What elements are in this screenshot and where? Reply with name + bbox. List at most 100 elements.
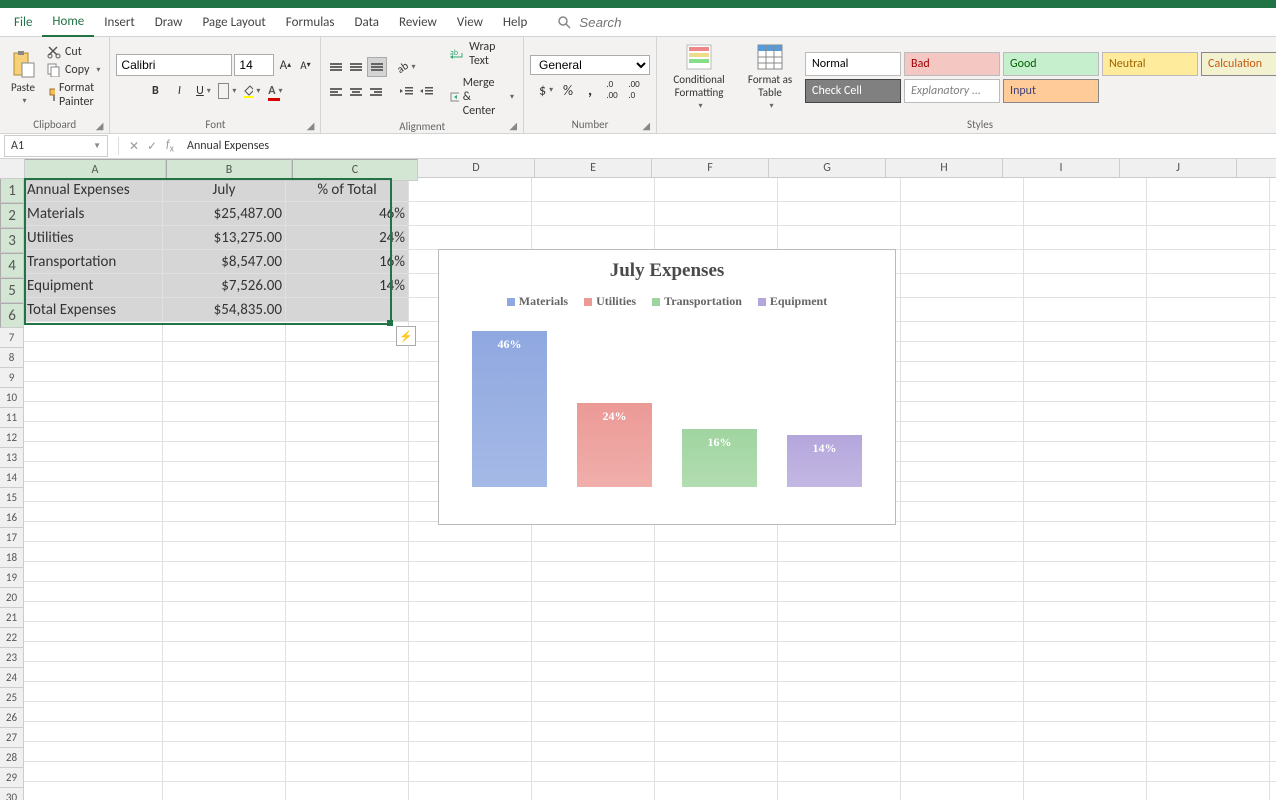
cell-H21[interactable] bbox=[901, 602, 1024, 622]
percent-format-button[interactable]: % bbox=[559, 81, 577, 99]
cell-J22[interactable] bbox=[1147, 622, 1270, 642]
col-header-I[interactable]: I bbox=[1003, 159, 1120, 178]
cell-F26[interactable] bbox=[655, 702, 778, 722]
cell-F24[interactable] bbox=[655, 662, 778, 682]
col-header-E[interactable]: E bbox=[535, 159, 652, 178]
col-header-C[interactable]: C bbox=[292, 159, 418, 181]
cell-J13[interactable] bbox=[1147, 442, 1270, 462]
cell-J6[interactable] bbox=[1147, 298, 1270, 322]
cell-K6[interactable] bbox=[1270, 298, 1276, 322]
cell-K18[interactable] bbox=[1270, 542, 1276, 562]
col-header-B[interactable]: B bbox=[166, 159, 292, 181]
cell-D20[interactable] bbox=[409, 582, 532, 602]
cell-C30[interactable] bbox=[286, 782, 409, 800]
cell-H9[interactable] bbox=[901, 362, 1024, 382]
cell-I2[interactable] bbox=[1024, 202, 1147, 226]
row-header-30[interactable]: 30 bbox=[0, 788, 24, 800]
cell-H30[interactable] bbox=[901, 782, 1024, 800]
cell-G30[interactable] bbox=[778, 782, 901, 800]
borders-button[interactable] bbox=[218, 82, 236, 100]
col-header-H[interactable]: H bbox=[886, 159, 1003, 178]
increase-decimal-button[interactable]: .0.00 bbox=[603, 81, 621, 99]
cell-H13[interactable] bbox=[901, 442, 1024, 462]
row-header-23[interactable]: 23 bbox=[0, 648, 24, 668]
cell-J25[interactable] bbox=[1147, 682, 1270, 702]
cell-H26[interactable] bbox=[901, 702, 1024, 722]
increase-font-button[interactable]: A▴ bbox=[276, 56, 294, 74]
cell-E24[interactable] bbox=[532, 662, 655, 682]
cell-J26[interactable] bbox=[1147, 702, 1270, 722]
cell-I21[interactable] bbox=[1024, 602, 1147, 622]
enter-formula-button[interactable]: ✓ bbox=[143, 139, 161, 154]
cell-I16[interactable] bbox=[1024, 502, 1147, 522]
cell-K22[interactable] bbox=[1270, 622, 1276, 642]
cell-H11[interactable] bbox=[901, 402, 1024, 422]
cell-C7[interactable] bbox=[286, 322, 409, 342]
cell-H29[interactable] bbox=[901, 762, 1024, 782]
tab-home[interactable]: Home bbox=[42, 7, 94, 37]
cell-C4[interactable]: 16% bbox=[286, 250, 409, 274]
conditional-formatting-button[interactable]: Conditional Formatting bbox=[663, 41, 735, 113]
cell-J9[interactable] bbox=[1147, 362, 1270, 382]
cell-B23[interactable] bbox=[163, 642, 286, 662]
tab-draw[interactable]: Draw bbox=[145, 8, 193, 36]
cell-E21[interactable] bbox=[532, 602, 655, 622]
cell-I5[interactable] bbox=[1024, 274, 1147, 298]
row-header-29[interactable]: 29 bbox=[0, 768, 24, 788]
cell-F19[interactable] bbox=[655, 562, 778, 582]
cell-H20[interactable] bbox=[901, 582, 1024, 602]
cell-A28[interactable] bbox=[24, 742, 163, 762]
cell-D29[interactable] bbox=[409, 762, 532, 782]
cell-B8[interactable] bbox=[163, 342, 286, 362]
tab-formulas[interactable]: Formulas bbox=[276, 8, 345, 36]
copy-button[interactable]: Copy bbox=[44, 62, 103, 78]
merge-center-button[interactable]: Merge & Center bbox=[447, 75, 517, 119]
col-header-F[interactable]: F bbox=[652, 159, 769, 178]
cell-A27[interactable] bbox=[24, 722, 163, 742]
row-headers[interactable]: 1234567891011121314151617181920212223242… bbox=[0, 178, 24, 800]
cell-G17[interactable] bbox=[778, 522, 901, 542]
font-color-button[interactable]: A bbox=[266, 82, 284, 100]
cell-F1[interactable] bbox=[655, 178, 778, 202]
cell-H15[interactable] bbox=[901, 482, 1024, 502]
row-header-3[interactable]: 3 bbox=[0, 228, 24, 253]
row-header-22[interactable]: 22 bbox=[0, 628, 24, 648]
row-header-26[interactable]: 26 bbox=[0, 708, 24, 728]
quick-analysis-button[interactable]: ⚡ bbox=[396, 326, 416, 346]
cell-H1[interactable] bbox=[901, 178, 1024, 202]
cell-E23[interactable] bbox=[532, 642, 655, 662]
cell-G1[interactable] bbox=[778, 178, 901, 202]
cell-C22[interactable] bbox=[286, 622, 409, 642]
cell-G2[interactable] bbox=[778, 202, 901, 226]
cell-H25[interactable] bbox=[901, 682, 1024, 702]
name-box[interactable]: A1▼ bbox=[4, 135, 108, 157]
cell-B11[interactable] bbox=[163, 402, 286, 422]
cell-J4[interactable] bbox=[1147, 250, 1270, 274]
cell-J15[interactable] bbox=[1147, 482, 1270, 502]
cell-J19[interactable] bbox=[1147, 562, 1270, 582]
cell-B19[interactable] bbox=[163, 562, 286, 582]
cell-E17[interactable] bbox=[532, 522, 655, 542]
font-name-select[interactable] bbox=[116, 54, 232, 76]
cell-C29[interactable] bbox=[286, 762, 409, 782]
row-header-13[interactable]: 13 bbox=[0, 448, 24, 468]
cell-D17[interactable] bbox=[409, 522, 532, 542]
cell-C18[interactable] bbox=[286, 542, 409, 562]
cell-B9[interactable] bbox=[163, 362, 286, 382]
cell-H28[interactable] bbox=[901, 742, 1024, 762]
cell-A16[interactable] bbox=[24, 502, 163, 522]
decrease-font-button[interactable]: A▾ bbox=[296, 56, 314, 74]
cell-F29[interactable] bbox=[655, 762, 778, 782]
cell-F2[interactable] bbox=[655, 202, 778, 226]
cell-C2[interactable]: 46% bbox=[286, 202, 409, 226]
cell-J10[interactable] bbox=[1147, 382, 1270, 402]
cell-C24[interactable] bbox=[286, 662, 409, 682]
cell-D23[interactable] bbox=[409, 642, 532, 662]
cell-A23[interactable] bbox=[24, 642, 163, 662]
cell-G21[interactable] bbox=[778, 602, 901, 622]
cell-I20[interactable] bbox=[1024, 582, 1147, 602]
row-header-2[interactable]: 2 bbox=[0, 203, 24, 228]
cell-G19[interactable] bbox=[778, 562, 901, 582]
cell-K13[interactable] bbox=[1270, 442, 1276, 462]
cell-J21[interactable] bbox=[1147, 602, 1270, 622]
